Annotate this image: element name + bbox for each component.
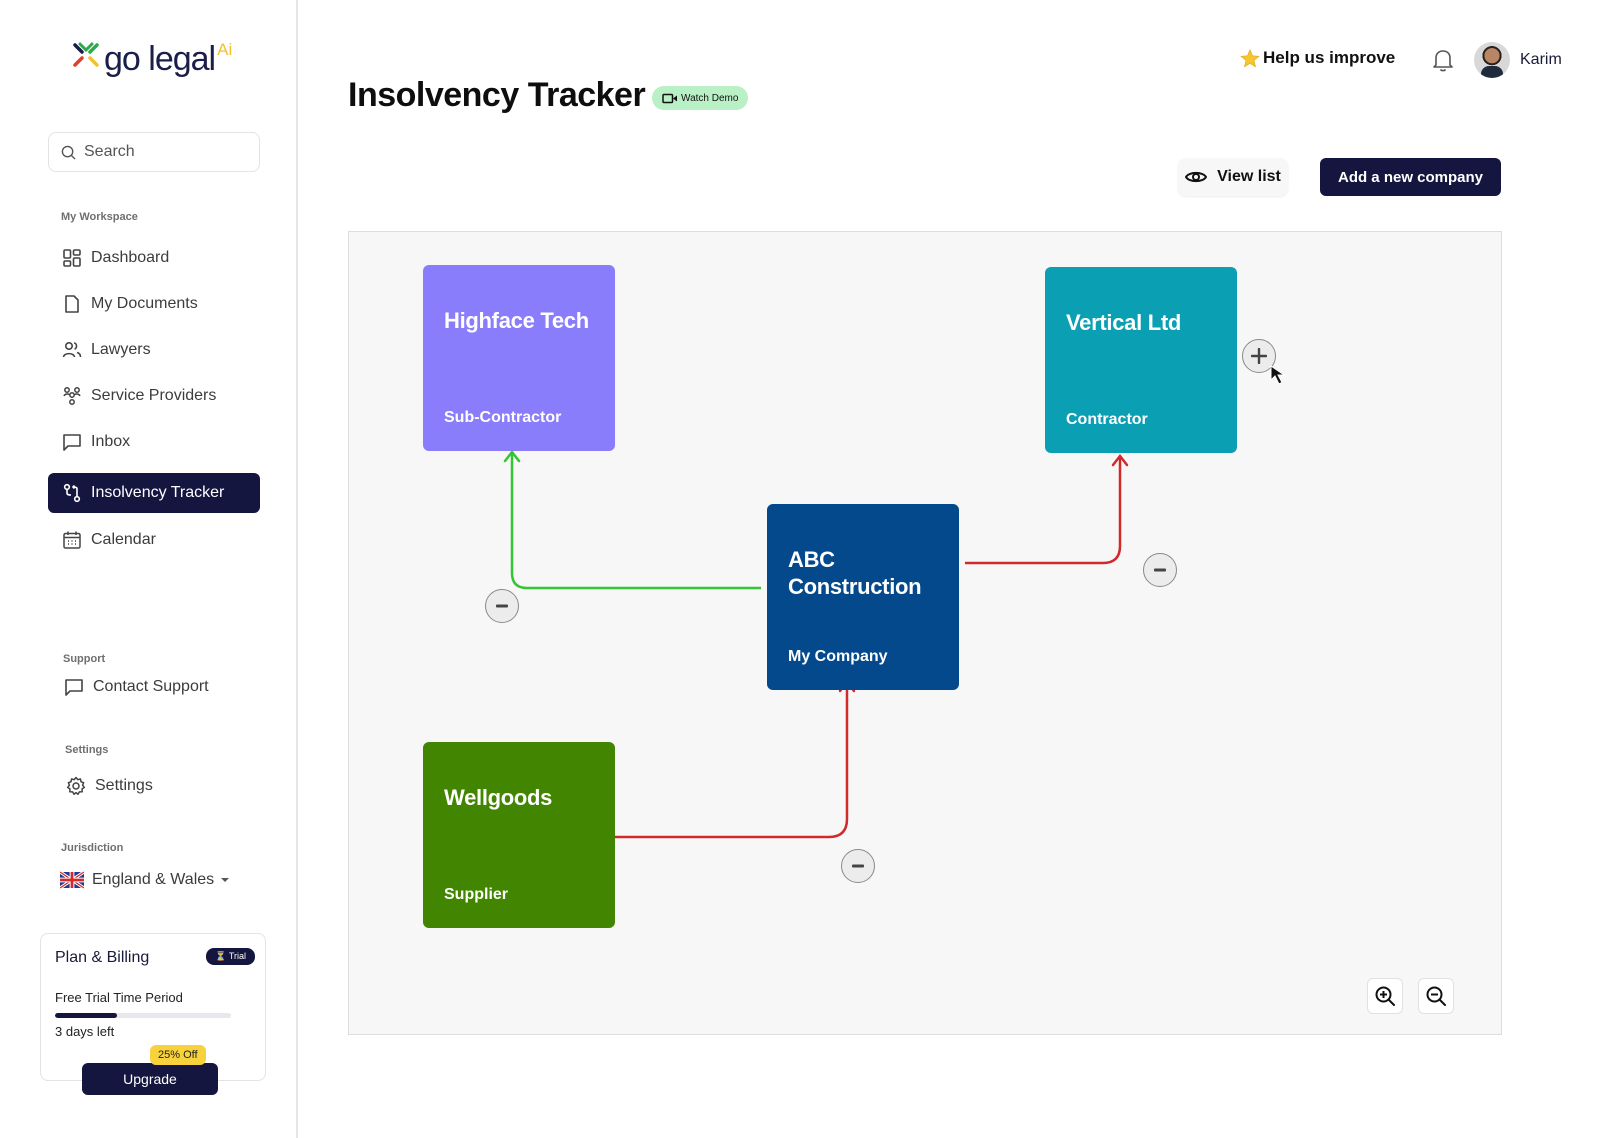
discount-badge: 25% Off [150, 1045, 206, 1065]
company-name: Wellgoods [444, 785, 553, 810]
company-name: Vertical Ltd [1066, 310, 1181, 335]
sidebar-item-insolvency-tracker[interactable]: Insolvency Tracker [48, 473, 260, 513]
minus-icon [1154, 568, 1166, 572]
edge-abc-to-highface [510, 454, 761, 590]
sidebar-item-label: Lawyers [91, 341, 151, 358]
jurisdiction-select[interactable]: England & Wales [46, 860, 258, 900]
user-avatar[interactable] [1474, 42, 1510, 78]
sidebar-item-label: Inbox [91, 433, 131, 450]
plan-title: Plan & Billing [55, 949, 150, 966]
view-list-label: View list [1217, 168, 1281, 185]
golegal-logo-icon [73, 42, 99, 67]
company-role: Sub-Contractor [444, 409, 562, 426]
upgrade-button[interactable]: Upgrade [82, 1063, 218, 1095]
jurisdiction-value: England & Wales [92, 871, 215, 888]
remove-link-button[interactable] [841, 849, 875, 883]
sidebar-item-label: My Documents [91, 295, 198, 312]
sidebar-item-lawyers[interactable]: Lawyers [48, 330, 260, 370]
document-icon [62, 294, 82, 314]
zoom-in-icon [1375, 986, 1395, 1006]
company-node-abc-construction[interactable]: ABC Construction My Company [767, 504, 959, 690]
view-list-button[interactable]: View list [1178, 158, 1288, 196]
jurisdiction-label: Jurisdiction [61, 842, 124, 854]
remove-link-button[interactable] [485, 589, 519, 623]
sidebar-item-calendar[interactable]: Calendar [48, 520, 260, 560]
help-label: Help us improve [1263, 48, 1396, 67]
plus-icon [1251, 348, 1267, 364]
sidebar-item-label: Calendar [91, 531, 156, 548]
sidebar-item-label: Service Providers [91, 387, 217, 404]
mouse-cursor-icon [1270, 365, 1286, 385]
flow-icon [62, 483, 82, 503]
settings-section-label: Settings [65, 744, 109, 756]
contact-support-link[interactable]: Contact Support [50, 667, 262, 707]
notification-bell[interactable] [1432, 48, 1454, 77]
zoom-out-button[interactable] [1418, 978, 1454, 1014]
watch-demo-button[interactable]: Watch Demo [652, 86, 749, 110]
watch-demo-label: Watch Demo [681, 92, 739, 104]
message-icon [62, 432, 82, 452]
logo-ai: Ai [217, 40, 233, 59]
gear-icon [66, 776, 86, 796]
sidebar-item-dashboard[interactable]: Dashboard [48, 238, 260, 278]
contact-support-label: Contact Support [93, 678, 209, 695]
minus-icon [852, 864, 864, 868]
eye-icon [1185, 171, 1208, 183]
help-us-improve-link[interactable]: Help us improve [1240, 48, 1395, 68]
relationship-canvas[interactable]: Highface Tech Sub-Contractor Vertical Lt… [348, 231, 1502, 1035]
sidebar-item-label: Dashboard [91, 249, 170, 266]
company-name: Highface Tech [444, 308, 589, 333]
days-left: 3 days left [55, 1024, 115, 1039]
settings-label: Settings [95, 777, 153, 794]
remove-link-button[interactable] [1143, 553, 1177, 587]
sidebar-item-inbox[interactable]: Inbox [48, 422, 260, 462]
company-node-vertical-ltd[interactable]: Vertical Ltd Contractor [1045, 267, 1237, 453]
bell-icon [1433, 50, 1453, 72]
edge-abc-to-vertical [965, 458, 1122, 565]
company-name: ABC Construction [788, 547, 922, 599]
sidebar-item-label: Insolvency Tracker [91, 484, 225, 501]
add-company-button[interactable]: Add a new company [1320, 158, 1501, 196]
message-icon [64, 677, 84, 697]
trial-badge: ⏳ Trial [206, 948, 255, 965]
plan-subtitle: Free Trial Time Period [55, 990, 183, 1005]
search-input[interactable] [84, 143, 244, 161]
zoom-in-button[interactable] [1367, 978, 1403, 1014]
service-providers-icon [62, 386, 82, 406]
trial-progress-fill [55, 1013, 117, 1018]
sidebar: go legal Ai My Workspace Dashboard My Do… [0, 0, 298, 1138]
page-title: Insolvency Tracker [348, 76, 646, 114]
sidebar-item-my-documents[interactable]: My Documents [48, 284, 260, 324]
user-name[interactable]: Karim [1520, 51, 1562, 69]
uk-flag-icon [60, 871, 84, 889]
star-icon [1240, 48, 1260, 67]
search-icon [61, 145, 76, 159]
company-role: Supplier [444, 886, 509, 903]
sidebar-item-service-providers[interactable]: Service Providers [48, 376, 260, 416]
video-icon [662, 93, 677, 103]
logo[interactable]: go legal Ai [72, 40, 232, 78]
minus-icon [496, 604, 508, 608]
workspace-label: My Workspace [61, 211, 138, 223]
trial-progress-bar [55, 1013, 231, 1018]
logo-text: go legal [104, 40, 216, 78]
sidebar-item-settings[interactable]: Settings [52, 766, 264, 806]
company-node-wellgoods[interactable]: Wellgoods Supplier [423, 742, 615, 928]
company-node-highface-tech[interactable]: Highface Tech Sub-Contractor [423, 265, 615, 451]
calendar-icon [62, 530, 82, 550]
search-box[interactable] [48, 132, 260, 172]
dashboard-icon [62, 248, 82, 268]
company-role: My Company [788, 648, 888, 665]
edge-wellgoods-to-abc [615, 684, 849, 839]
company-role: Contractor [1066, 411, 1148, 428]
users-icon [62, 340, 82, 360]
caret-down-icon [221, 878, 230, 882]
zoom-out-icon [1426, 986, 1446, 1006]
support-label: Support [63, 653, 106, 665]
